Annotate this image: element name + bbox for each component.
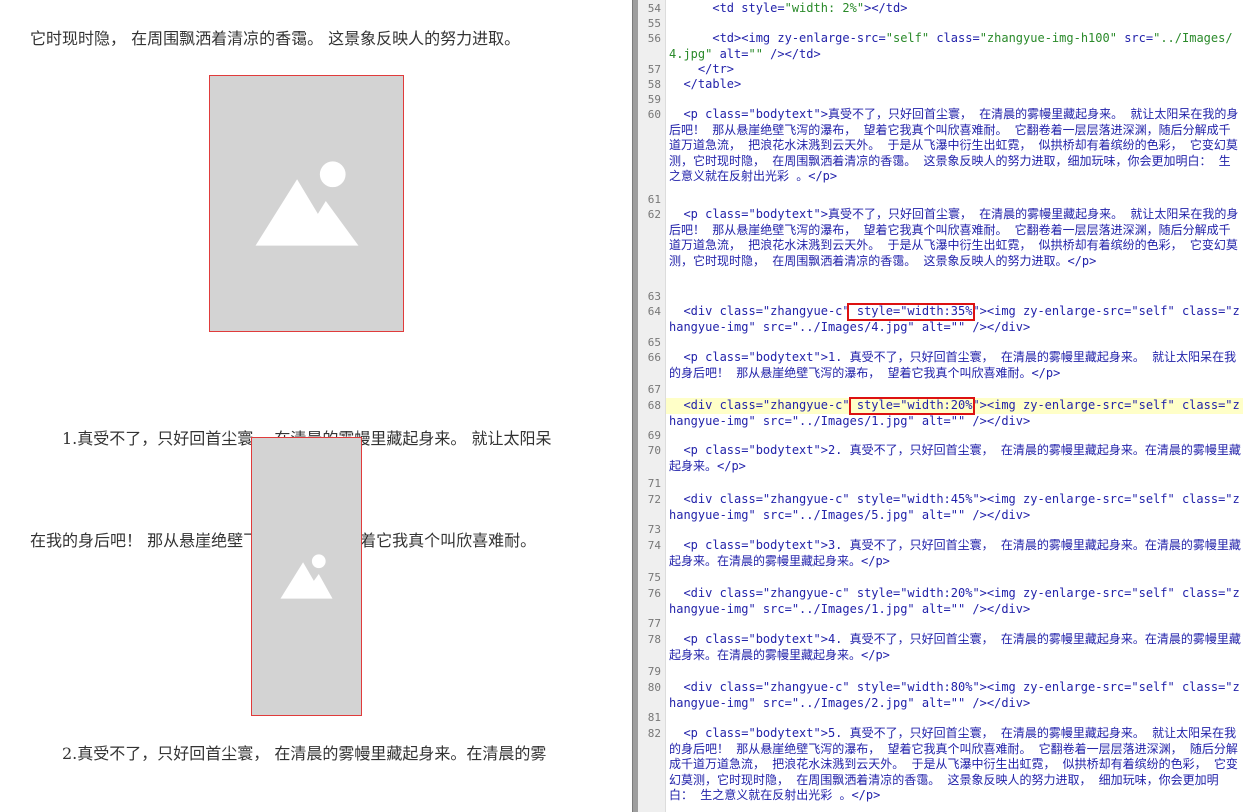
line-number: 60 (647, 108, 661, 121)
line-number: 73 (647, 523, 661, 536)
style-attribute-highlight-box (847, 303, 975, 321)
code-line[interactable]: <td><img zy-enlarge-src="self" class="zh… (669, 31, 1241, 62)
code-line-paragraph[interactable]: <p class="bodytext">3. 真受不了，只好回首尘寰， 在清晨的… (669, 538, 1241, 569)
image-placeholder[interactable] (251, 437, 362, 716)
line-number: 80 (647, 681, 661, 694)
code-line-paragraph[interactable]: <p class="bodytext">1. 真受不了，只好回首尘寰， 在清晨的… (669, 350, 1241, 381)
code-line-paragraph[interactable]: <p class="bodytext">5. 真受不了，只好回首尘寰， 在清晨的… (669, 726, 1241, 804)
code-line[interactable]: <td style="width: 2%"></td> (669, 1, 1241, 17)
line-number: 76 (647, 587, 661, 600)
line-number: 61 (647, 193, 661, 206)
line-number: 57 (647, 63, 661, 76)
line-number: 75 (647, 571, 661, 584)
code-line-div[interactable]: <div class="zhangyue-c" style="width:80%… (669, 680, 1241, 711)
line-number: 64 (647, 305, 661, 318)
line-number: 70 (647, 444, 661, 457)
code-line-div[interactable]: <div class="zhangyue-c" style="width:20%… (669, 586, 1241, 617)
code-editor[interactable]: 54 55 56 57 58 59 60 61 62 63 64 65 66 6… (638, 0, 1243, 812)
line-number: 67 (647, 383, 661, 396)
line-number: 81 (647, 711, 661, 724)
line-number: 72 (647, 493, 661, 506)
code-line-div[interactable]: <div class="zhangyue-c" style="width:45%… (669, 492, 1241, 523)
line-number: 54 (647, 2, 661, 15)
code-line-paragraph[interactable]: <p class="bodytext">真受不了，只好回首尘寰， 在清晨的雾幔里… (669, 207, 1241, 269)
line-number: 66 (647, 351, 661, 364)
image-placeholder[interactable] (209, 75, 404, 332)
code-line-paragraph[interactable]: <p class="bodytext">4. 真受不了，只好回首尘寰， 在清晨的… (669, 632, 1241, 663)
line-number: 59 (647, 93, 661, 106)
line-number: 68 (647, 399, 661, 412)
line-number: 63 (647, 290, 661, 303)
preview-pane[interactable]: 它时现时隐， 在周围飘洒着清凉的香霭。 这景象反映人的努力进取。 1.真受不了，… (0, 0, 632, 812)
line-number: 77 (647, 617, 661, 630)
code-line-paragraph[interactable]: <p class="bodytext">2. 真受不了，只好回首尘寰， 在清晨的… (669, 443, 1241, 474)
image-icon (255, 161, 359, 246)
line-number: 74 (647, 539, 661, 552)
line-number: 79 (647, 665, 661, 678)
image-icon (280, 554, 333, 599)
line-number: 58 (647, 78, 661, 91)
style-attribute-highlight-box (849, 397, 975, 415)
line-number: 65 (647, 336, 661, 349)
line-number: 69 (647, 429, 661, 442)
code-line[interactable]: </tr> (669, 62, 1241, 78)
line-number: 71 (647, 477, 661, 490)
preview-paragraph: 2.真受不了，只好回首尘寰， 在清晨的雾幔里藏起身来。在清晨的雾 (62, 744, 547, 763)
preview-paragraph: 它时现时隐， 在周围飘洒着清凉的香霭。 这景象反映人的努力进取。 (30, 29, 521, 48)
line-number: 56 (647, 32, 661, 45)
code-line[interactable]: </table> (669, 77, 1241, 93)
line-number: 82 (647, 727, 661, 740)
line-number: 55 (647, 17, 661, 30)
line-number: 62 (647, 208, 661, 221)
line-number: 78 (647, 633, 661, 646)
code-line-paragraph[interactable]: <p class="bodytext">真受不了，只好回首尘寰， 在清晨的雾幔里… (669, 107, 1241, 185)
